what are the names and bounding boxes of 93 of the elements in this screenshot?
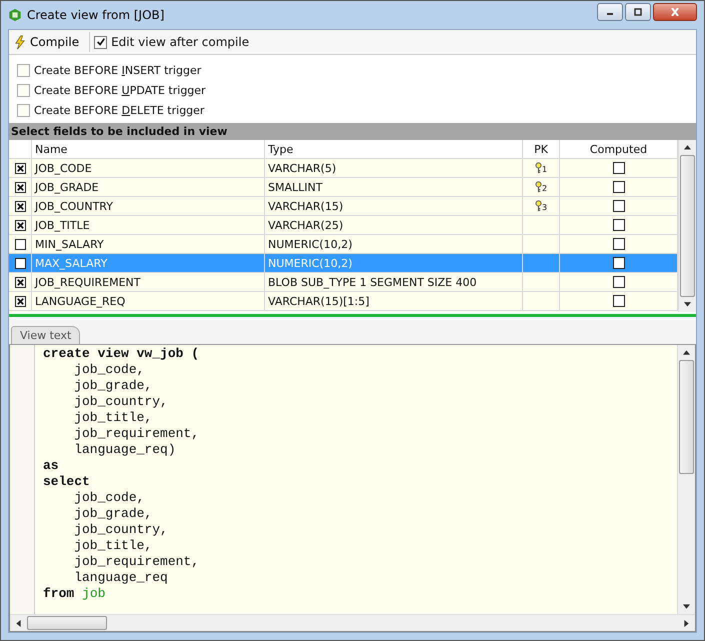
computed-checkbox[interactable] (612, 162, 624, 174)
field-row[interactable]: JOB_GRADE SMALLINT 2 (9, 178, 678, 197)
code-line: language_req (73, 570, 169, 586)
field-type: SMALLINT (268, 180, 322, 194)
code-line: job_code, (73, 490, 146, 506)
key-icon (534, 181, 542, 193)
column-header[interactable]: PK (523, 140, 560, 158)
vertical-scrollbar[interactable] (678, 140, 696, 312)
code-editor[interactable]: create view vw_job ( job_code, job_grade, job_country, job_title, job_requirement, language_req) as select job_code, job_grade, job_country, job_title, job_requirement, language_req from job (9, 345, 696, 632)
field-name: JOB_REQUIREMENT (35, 276, 140, 288)
computed-checkbox[interactable] (612, 238, 624, 250)
code-line: job_title, (73, 538, 154, 554)
code-line: job_country, (73, 394, 169, 410)
code-line: as (43, 458, 60, 474)
include-checkbox[interactable] (14, 238, 26, 250)
field-name: MIN_SALARY (35, 238, 104, 250)
code-line: job_country, (73, 522, 169, 538)
code-line: create view vw_job ( (43, 346, 200, 362)
maximize-button[interactable] (625, 3, 651, 21)
code-line: job_code, (73, 362, 146, 378)
minimize-button[interactable] (597, 3, 623, 21)
window-title: Create view from [JOB] (27, 8, 164, 22)
field-name: LANGUAGE_REQ (35, 294, 126, 308)
field-name: JOB_COUNTRY (35, 200, 113, 212)
computed-checkbox[interactable] (612, 219, 624, 231)
field-type: VARCHAR(15) (268, 200, 344, 212)
scroll-left-icon[interactable] (16, 620, 21, 626)
field-row[interactable]: JOB_TITLE VARCHAR(25) (9, 216, 678, 235)
scroll-up-icon[interactable] (683, 350, 690, 355)
field-row[interactable]: MIN_SALARY NUMERIC(10,2) (9, 235, 678, 254)
check-icon (96, 37, 106, 47)
vertical-scrollbar[interactable] (677, 345, 695, 614)
field-type: VARCHAR(25) (268, 218, 344, 232)
app-logo-icon (8, 8, 22, 22)
field-name: JOB_CODE (35, 162, 92, 174)
view-text-tab[interactable]: View text (11, 326, 80, 344)
trigger-checkbox[interactable]: Create BEFORE DELETE trigger (17, 103, 688, 117)
include-checkbox[interactable] (14, 276, 26, 288)
key-order: 2 (542, 185, 548, 193)
key-order: 3 (542, 204, 548, 212)
trigger-checkbox[interactable]: Create BEFORE UPDATE trigger (17, 83, 688, 97)
code-line: select (43, 474, 91, 490)
computed-checkbox[interactable] (612, 257, 624, 269)
field-name: JOB_TITLE (35, 218, 90, 232)
scroll-down-icon[interactable] (684, 302, 691, 307)
include-checkbox[interactable] (14, 258, 26, 268)
field-type: VARCHAR(5) (268, 162, 336, 174)
scroll-thumb[interactable] (27, 616, 107, 630)
key-icon (534, 162, 542, 174)
code-line: job_grade, (73, 506, 154, 522)
scroll-thumb[interactable] (679, 360, 694, 474)
field-type: NUMERIC(10,2) (268, 238, 352, 250)
code-line: from job (43, 586, 106, 602)
scroll-right-icon[interactable] (684, 620, 689, 626)
lightning-icon (15, 34, 25, 50)
code-line: job_grade, (73, 378, 154, 394)
column-header[interactable]: Name (32, 140, 265, 158)
code-line: job_requirement, (73, 554, 200, 570)
include-checkbox[interactable] (14, 296, 26, 306)
field-name: MAX_SALARY (35, 256, 108, 270)
field-row[interactable]: LANGUAGE_REQ VARCHAR(15)[1:5] (9, 292, 678, 311)
section-header: Select fields to be included in view (9, 123, 696, 140)
edit-after-compile-checkbox[interactable]: Edit view after compile (94, 35, 250, 49)
key-icon (534, 200, 542, 212)
key-order: 1 (542, 166, 548, 174)
code-line: language_req) (73, 442, 177, 458)
include-checkbox[interactable] (14, 162, 26, 174)
field-row[interactable]: JOB_CODE VARCHAR(5) 1 (9, 159, 678, 178)
scroll-down-icon[interactable] (683, 604, 690, 609)
computed-checkbox[interactable] (612, 276, 624, 288)
scroll-up-icon[interactable] (684, 145, 691, 150)
compile-button[interactable]: Compile (9, 31, 86, 53)
close-button[interactable] (653, 3, 697, 21)
include-checkbox[interactable] (14, 182, 26, 192)
trigger-checkbox[interactable]: Create BEFORE INSERT trigger (17, 63, 688, 77)
computed-checkbox[interactable] (612, 295, 624, 307)
field-type: BLOB SUB_TYPE 1 SEGMENT SIZE 400 (268, 276, 477, 288)
close-icon (669, 8, 681, 16)
computed-checkbox[interactable] (612, 181, 624, 193)
computed-checkbox[interactable] (612, 200, 624, 212)
code-line: job_title, (73, 410, 154, 426)
field-name: JOB_GRADE (35, 180, 99, 194)
field-type: VARCHAR(15)[1:5] (268, 294, 370, 308)
include-checkbox[interactable] (14, 220, 26, 230)
column-header[interactable]: Type (265, 140, 523, 158)
field-type: NUMERIC(10,2) (268, 256, 352, 270)
maximize-icon (632, 8, 644, 16)
include-checkbox[interactable] (14, 200, 26, 212)
code-line: job_requirement, (73, 426, 200, 442)
field-row[interactable]: JOB_COUNTRY VARCHAR(15) 3 (9, 197, 678, 216)
horizontal-scrollbar[interactable] (10, 614, 695, 631)
field-row[interactable]: JOB_REQUIREMENT BLOB SUB_TYPE 1 SEGMENT SIZE 400 (9, 273, 678, 292)
scroll-thumb[interactable] (680, 154, 695, 298)
